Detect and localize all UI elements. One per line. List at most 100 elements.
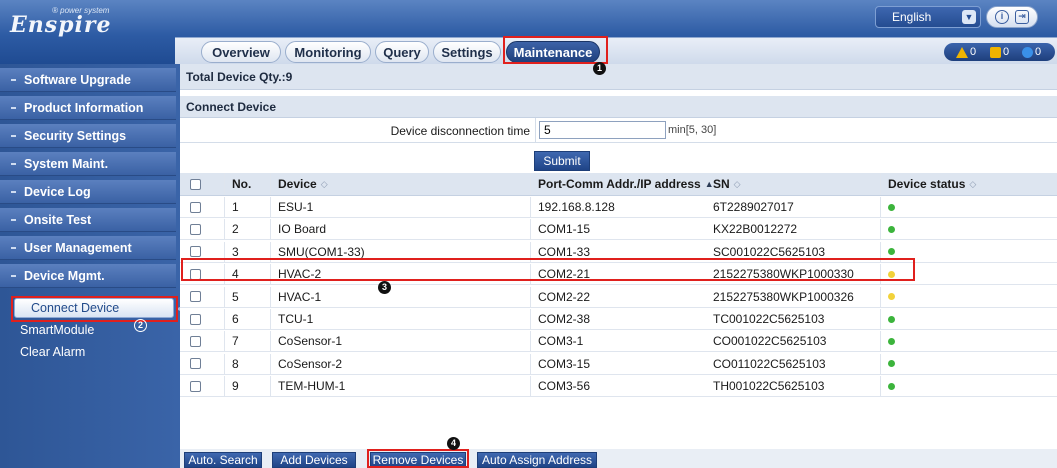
status-dot-icon xyxy=(888,293,895,301)
status-dot-icon xyxy=(888,270,895,278)
tab-overview[interactable]: Overview xyxy=(201,41,281,63)
submit-button[interactable]: Submit xyxy=(534,151,590,171)
sidebar-item-user-management[interactable]: User Management xyxy=(0,236,176,260)
sidebar-subitem-clear-alarm[interactable]: Clear Alarm xyxy=(20,345,85,359)
auto-search-button[interactable]: Auto. Search xyxy=(184,452,262,468)
help-icon[interactable]: i xyxy=(995,10,1009,24)
cell-sn: SC001022C5625103 xyxy=(713,244,826,259)
row-checkbox-cell xyxy=(182,264,201,284)
row-checkbox-cell xyxy=(182,219,201,239)
cell-sn: 2152275380WKP1000326 xyxy=(713,289,854,304)
cell-device: SMU(COM1-33) xyxy=(278,244,365,259)
table-row[interactable]: 3 SMU(COM1-33) COM1-33 SC001022C5625103 xyxy=(180,241,1057,263)
sidebar-item-system-maint[interactable]: System Maint. xyxy=(0,152,176,176)
callout-badge-4: 4 xyxy=(447,437,460,450)
cell-device: CoSensor-1 xyxy=(278,334,343,349)
cell-sn: TC001022C5625103 xyxy=(713,312,825,326)
sidebar-item-device-mgmt[interactable]: Device Mgmt. xyxy=(0,264,176,288)
column-port[interactable]: Port-Comm Addr./IP address ▲ xyxy=(530,173,714,195)
row-checkbox[interactable] xyxy=(190,335,201,347)
tab-monitoring[interactable]: Monitoring xyxy=(285,41,371,63)
major-alarm[interactable]: 0 xyxy=(956,45,976,59)
row-checkbox-cell xyxy=(182,197,201,217)
cell-port: COM3-1 xyxy=(538,334,584,349)
remove-devices-button[interactable]: Remove Devices xyxy=(370,452,466,468)
chevron-down-icon: ▼ xyxy=(962,10,976,24)
table-row[interactable]: 6 TCU-1 COM2-38 TC001022C5625103 xyxy=(180,309,1057,330)
form-divider xyxy=(535,118,536,143)
table-row[interactable]: 9 TEM-HUM-1 COM3-56 TH001022C5625103 xyxy=(180,376,1057,398)
column-sn[interactable]: SN ◇ xyxy=(705,173,741,195)
table-row[interactable]: 7 CoSensor-1 COM3-1 CO001022C5625103 xyxy=(180,331,1057,353)
row-checkbox[interactable] xyxy=(190,201,201,213)
cell-device: TCU-1 xyxy=(278,312,314,326)
sidebar-item-security-settings[interactable]: Security Settings xyxy=(0,124,176,148)
main-content: Total Device Qty.:9 Connect Device Devic… xyxy=(180,64,1057,468)
row-checkbox[interactable] xyxy=(190,246,201,258)
cell-status xyxy=(880,242,895,262)
tab-maintenance[interactable]: Maintenance xyxy=(506,41,600,63)
warning-alarm[interactable]: 0 xyxy=(1022,45,1041,59)
add-devices-button[interactable]: Add Devices xyxy=(272,452,356,468)
row-checkbox[interactable] xyxy=(190,358,201,370)
row-checkbox-cell xyxy=(182,354,201,374)
auto-assign-address-button[interactable]: Auto Assign Address xyxy=(477,452,597,468)
sort-icon: ◇ xyxy=(969,178,977,189)
column-device-label: Device xyxy=(278,177,317,191)
cell-sn: CO001022C5625103 xyxy=(713,334,827,349)
row-checkbox[interactable] xyxy=(190,223,201,235)
cell-status xyxy=(880,331,895,351)
sidebar-subitem-connect-device[interactable]: Connect Device xyxy=(14,298,174,318)
sidebar-item-onsite-test[interactable]: Onsite Test xyxy=(0,208,176,232)
tab-query[interactable]: Query xyxy=(375,41,429,63)
select-all-checkbox-cell xyxy=(182,173,201,195)
sidebar: Software Upgrade Product Information Sec… xyxy=(0,64,182,468)
cell-no: 7 xyxy=(232,334,239,349)
table-row[interactable]: 5 HVAC-1 COM2-22 2152275380WKP1000326 xyxy=(180,286,1057,308)
row-checkbox[interactable] xyxy=(190,291,201,303)
disconnection-time-row: Device disconnection time min[5, 30] xyxy=(180,118,1057,143)
row-checkbox[interactable] xyxy=(190,313,201,325)
status-dot-icon xyxy=(888,248,895,256)
cell-device: TEM-HUM-1 xyxy=(278,379,346,394)
row-checkbox[interactable] xyxy=(190,268,201,280)
column-port-label: Port-Comm Addr./IP address xyxy=(538,177,701,191)
row-checkbox-cell xyxy=(182,331,201,351)
disconnection-time-input[interactable] xyxy=(539,121,666,139)
table-row[interactable]: 1 ESU-1 192.168.8.128 6T2289027017 xyxy=(180,197,1057,218)
minor-alarm-count: 0 xyxy=(1003,46,1010,58)
table-row[interactable]: 4 HVAC-2 COM2-21 2152275380WKP1000330 xyxy=(180,264,1057,286)
disconnection-time-label: Device disconnection time xyxy=(390,124,530,138)
sidebar-subitem-smartmodule[interactable]: SmartModule xyxy=(20,323,94,337)
cell-status xyxy=(880,376,895,396)
logout-icon[interactable]: ⇥ xyxy=(1015,10,1029,24)
tab-settings[interactable]: Settings xyxy=(433,41,501,63)
column-status[interactable]: Device status ◇ xyxy=(880,173,976,195)
main-nav: Overview Monitoring Query Settings Maint… xyxy=(175,37,1057,64)
table-header: No. Device ◇ Port-Comm Addr./IP address ▲ … xyxy=(180,173,1057,196)
section-title: Connect Device xyxy=(180,96,1057,118)
alarm-summary[interactable]: 0 0 0 xyxy=(944,43,1055,61)
app-header: ® power system Enspire English ▼ i ⇥ Ove… xyxy=(0,0,1057,64)
select-all-checkbox[interactable] xyxy=(190,178,201,190)
table-row[interactable]: 2 IO Board COM1-15 KX22B0012272 xyxy=(180,219,1057,241)
sidebar-item-software-upgrade[interactable]: Software Upgrade xyxy=(0,68,176,92)
minor-alarm[interactable]: 0 xyxy=(990,45,1009,59)
info-alarm-icon xyxy=(1022,46,1033,58)
cell-no: 2 xyxy=(232,222,239,237)
sidebar-item-device-log[interactable]: Device Log xyxy=(0,180,176,204)
row-checkbox-cell xyxy=(182,287,201,307)
column-device[interactable]: Device ◇ xyxy=(270,173,328,195)
status-dot-icon xyxy=(888,203,895,211)
cell-no: 5 xyxy=(232,289,239,304)
warning-alarm-count: 0 xyxy=(1035,46,1042,58)
minor-alarm-icon xyxy=(990,46,1001,58)
status-dot-icon xyxy=(888,315,895,323)
cell-no: 9 xyxy=(232,379,239,394)
row-checkbox[interactable] xyxy=(190,380,201,392)
cell-port: COM2-38 xyxy=(538,312,591,326)
sidebar-item-product-information[interactable]: Product Information xyxy=(0,96,176,120)
table-row[interactable]: 8 CoSensor-2 COM3-15 CO011022C5625103 xyxy=(180,353,1057,375)
language-select[interactable]: English ▼ xyxy=(875,6,981,28)
status-dot-icon xyxy=(888,337,895,345)
